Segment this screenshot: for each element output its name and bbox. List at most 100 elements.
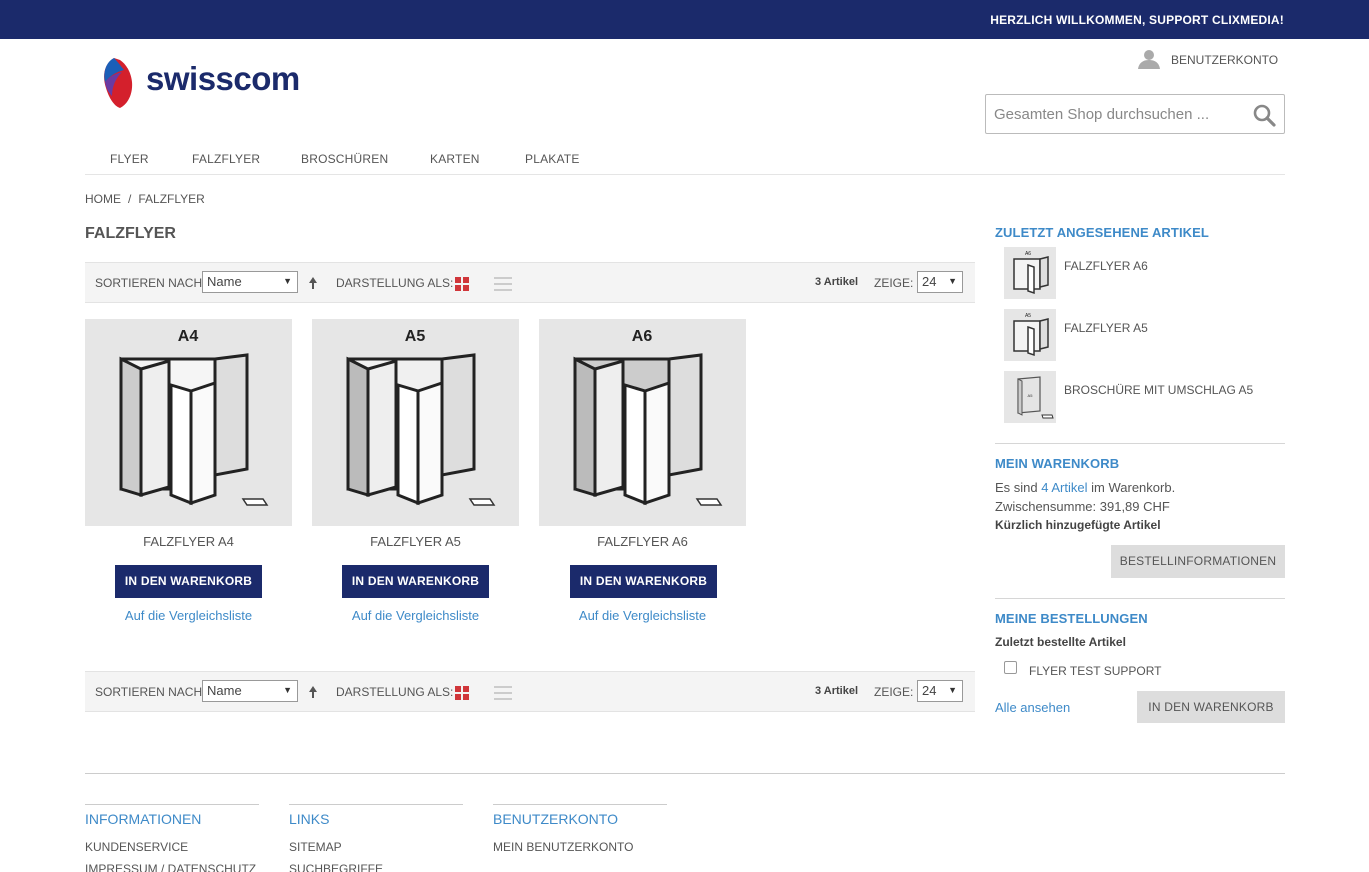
recent-item-label[interactable]: BROSCHÜRE MIT UMSCHLAG A5 <box>1064 383 1253 397</box>
list-view-icon[interactable] <box>494 276 512 291</box>
search-input[interactable] <box>986 95 1241 133</box>
footer-column-rule <box>493 804 667 805</box>
reorder-add-to-cart-button[interactable]: IN DEN WARENKORB <box>1137 691 1285 723</box>
search-box <box>985 94 1285 134</box>
recent-item-label[interactable]: FALZFLYER A6 <box>1064 259 1148 273</box>
product-card: A4 <box>85 319 292 526</box>
chevron-down-icon: ▼ <box>948 276 957 286</box>
chevron-down-icon: ▼ <box>283 685 292 695</box>
limit-value: 24 <box>922 683 937 698</box>
breadcrumb-current: FALZFLYER <box>138 192 205 206</box>
orders-title: MEINE BESTELLUNGEN <box>995 611 1148 626</box>
main-navigation: FLYER FALZFLYER BROSCHÜREN KARTEN PLAKAT… <box>85 148 1285 175</box>
footer-column-title: INFORMATIONEN <box>85 811 202 827</box>
cart-text-pre: Es sind <box>995 480 1038 495</box>
sort-select[interactable]: Name ▼ <box>202 680 298 702</box>
product-name[interactable]: FALZFLYER A5 <box>312 534 519 549</box>
footer-link[interactable]: SITEMAP <box>289 840 463 854</box>
footer-column-title: BENUTZERKONTO <box>493 811 618 827</box>
recently-added-label: Kürzlich hinzugefügte Artikel <box>995 518 1161 532</box>
grid-view-icon[interactable] <box>455 277 469 291</box>
recent-item-thumbnail[interactable]: A6 <box>1004 247 1056 299</box>
footer-link[interactable]: IMPRESSUM / DATENSCHUTZ <box>85 862 259 872</box>
sort-direction-icon[interactable] <box>308 685 318 702</box>
add-to-cart-button[interactable]: IN DEN WARENKORB <box>115 565 262 598</box>
grid-view-icon[interactable] <box>455 686 469 700</box>
sort-direction-icon[interactable] <box>308 276 318 293</box>
item-count: 3 Artikel <box>815 276 859 288</box>
sort-label: SORTIEREN NACH: <box>95 276 206 290</box>
user-icon <box>1137 49 1161 72</box>
list-view-icon[interactable] <box>494 685 512 700</box>
recent-orders-label: Zuletzt bestellte Artikel <box>995 635 1126 649</box>
view-all-link[interactable]: Alle ansehen <box>995 700 1070 715</box>
product-image[interactable]: A4 <box>85 319 292 526</box>
nav-item-broschueren[interactable]: BROSCHÜREN <box>301 152 388 166</box>
swisscom-logo-icon[interactable] <box>100 56 136 110</box>
fold-flyer-illustration <box>573 353 723 506</box>
breadcrumb-separator: / <box>128 192 132 206</box>
footer-link[interactable]: KUNDENSERVICE <box>85 840 259 854</box>
product-image[interactable]: A5 <box>312 319 519 526</box>
cart-summary: Es sind 4 Artikel im Warenkorb. <box>995 480 1175 495</box>
recent-item-label[interactable]: FALZFLYER A5 <box>1064 321 1148 335</box>
footer-column-links: LINKS SITEMAP SUCHBEGRIFFE <box>289 804 463 872</box>
footer-column-rule <box>289 804 463 805</box>
compare-link[interactable]: Auf die Vergleichsliste <box>312 608 519 623</box>
sort-select[interactable]: Name ▼ <box>202 271 298 293</box>
format-label: A5 <box>405 328 426 345</box>
account-link[interactable]: BENUTZERKONTO <box>1137 49 1279 72</box>
product-image[interactable]: A6 <box>539 319 746 526</box>
fold-flyer-illustration <box>346 353 496 506</box>
breadcrumb: HOME / FALZFLYER <box>85 192 205 206</box>
view-label: DARSTELLUNG ALS: <box>336 276 454 290</box>
footer-column-rule <box>85 804 259 805</box>
compare-link[interactable]: Auf die Vergleichsliste <box>539 608 746 623</box>
footer-column-benutzerkonto: BENUTZERKONTO MEIN BENUTZERKONTO <box>493 804 667 854</box>
view-label: DARSTELLUNG ALS: <box>336 685 454 699</box>
svg-text:A6: A6 <box>1025 251 1031 257</box>
footer-link[interactable]: MEIN BENUTZERKONTO <box>493 840 667 854</box>
account-label: BENUTZERKONTO <box>1171 53 1279 67</box>
sidebar-divider <box>995 598 1285 599</box>
product-card: A6 <box>539 319 746 526</box>
product-name[interactable]: FALZFLYER A4 <box>85 534 292 549</box>
cart-text-post: im Warenkorb. <box>1091 480 1176 495</box>
nav-item-flyer[interactable]: FLYER <box>110 152 149 166</box>
footer-column-title: LINKS <box>289 811 330 827</box>
format-label: A6 <box>632 328 653 345</box>
recently-viewed-title: ZULETZT ANGESEHENE ARTIKEL <box>995 225 1209 240</box>
nav-item-karten[interactable]: KARTEN <box>430 152 480 166</box>
search-icon[interactable] <box>1252 103 1276 127</box>
compare-link[interactable]: Auf die Vergleichsliste <box>85 608 292 623</box>
breadcrumb-home[interactable]: HOME <box>85 192 121 206</box>
limit-select[interactable]: 24 ▼ <box>917 271 963 293</box>
nav-item-plakate[interactable]: PLAKATE <box>525 152 580 166</box>
cart-items-link[interactable]: 4 Artikel <box>1041 480 1087 495</box>
logo-wordmark[interactable]: swisscom <box>146 60 300 98</box>
chevron-down-icon: ▼ <box>948 685 957 695</box>
format-label: A4 <box>178 328 199 345</box>
product-card: A5 <box>312 319 519 526</box>
limit-select[interactable]: 24 ▼ <box>917 680 963 702</box>
toolbar-bottom: SORTIEREN NACH: Name ▼ DARSTELLUNG ALS: 3… <box>85 671 975 712</box>
order-item-checkbox[interactable] <box>1004 661 1017 674</box>
add-to-cart-button[interactable]: IN DEN WARENKORB <box>342 565 489 598</box>
top-bar: HERZLICH WILLKOMMEN, SUPPORT CLIXMEDIA! <box>0 0 1369 39</box>
footer-link[interactable]: SUCHBEGRIFFE <box>289 862 463 872</box>
sort-value: Name <box>207 683 242 698</box>
recent-item-thumbnail[interactable]: A5 <box>1004 309 1056 361</box>
recent-item-thumbnail[interactable]: A5 <box>1004 371 1056 423</box>
checkout-info-button[interactable]: BESTELLINFORMATIONEN <box>1111 545 1285 578</box>
fold-flyer-illustration <box>119 353 269 506</box>
item-count: 3 Artikel <box>815 685 859 697</box>
limit-value: 24 <box>922 274 937 289</box>
sidebar-divider <box>995 443 1285 444</box>
product-name[interactable]: FALZFLYER A6 <box>539 534 746 549</box>
show-label: ZEIGE: <box>874 685 914 699</box>
add-to-cart-button[interactable]: IN DEN WARENKORB <box>570 565 717 598</box>
nav-item-falzflyer[interactable]: FALZFLYER <box>192 152 260 166</box>
order-item-label: FLYER TEST SUPPORT <box>1029 664 1162 678</box>
toolbar-top: SORTIEREN NACH: Name ▼ DARSTELLUNG ALS: 3… <box>85 262 975 303</box>
chevron-down-icon: ▼ <box>283 276 292 286</box>
